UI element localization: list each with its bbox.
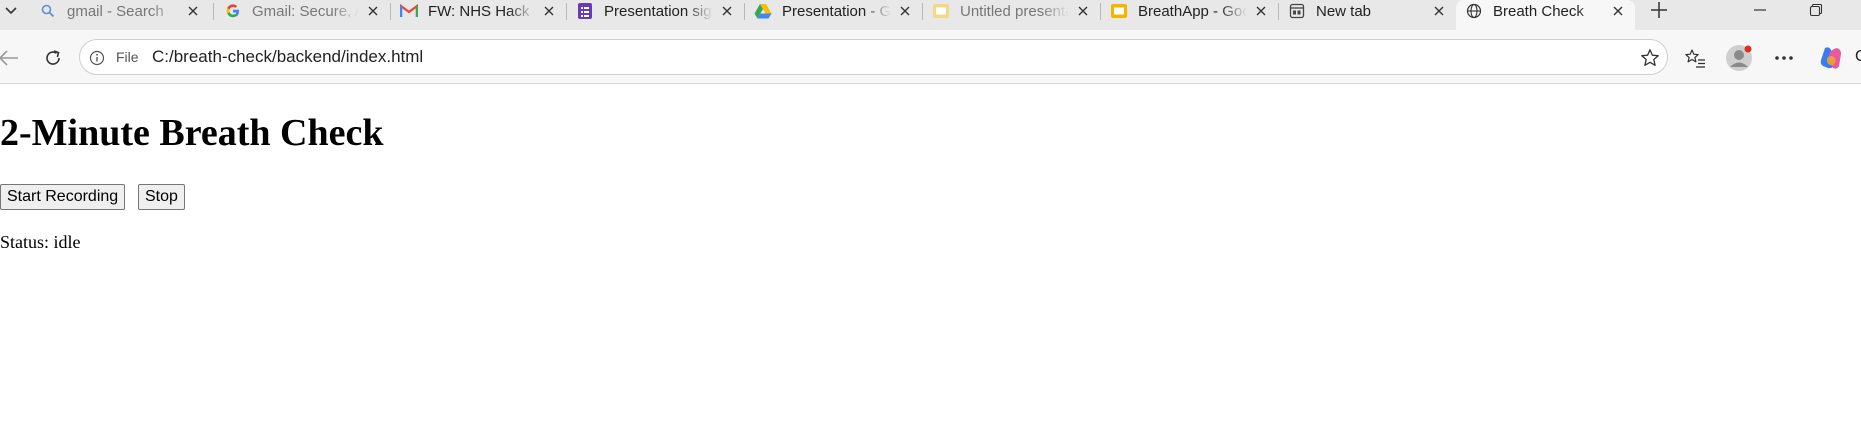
favorites-list-icon[interactable] [1681,44,1709,72]
tab-close-icon[interactable] [541,3,557,19]
tab-title: Untitled presentation [960,2,1069,20]
more-options-icon[interactable] [1770,44,1798,72]
tab-untitled-presentation[interactable]: Untitled presentation [923,0,1100,22]
page-title: 2-Minute Breath Check [0,112,384,154]
tab-title: Gmail: Secure, AI-Powered Email [252,2,359,20]
restore-icon[interactable] [1796,0,1836,20]
slides-icon [932,2,950,20]
google-icon [224,2,242,20]
tab-title: New tab [1316,2,1372,20]
copilot-label[interactable]: C [1855,48,1861,66]
url-text[interactable]: C:/breath-check/backend/index.html [152,47,423,67]
tab-strip: gmail - Search Gmail: Secure, AI-Powered… [0,0,1861,30]
tab-title: FW: NHS Hack Day [428,2,535,20]
forms-icon [576,2,594,20]
tab-title: BreathApp - Google Slides [1138,2,1247,20]
stop-button[interactable]: Stop [138,184,185,210]
page-content: 2-Minute Breath Check Start Recording St… [0,85,1861,424]
drive-icon [754,2,772,20]
tab-new-tab[interactable]: New tab [1279,0,1456,22]
tab-close-icon[interactable] [365,3,381,19]
newtab-icon [1288,2,1306,20]
tab-title: gmail - Search [67,2,164,20]
browser-toolbar: File C:/breath-check/backend/index.html … [0,30,1861,84]
tab-presentation-drive[interactable]: Presentation - Google Drive [745,0,922,22]
tab-close-icon[interactable] [719,3,735,19]
tab-close-icon[interactable] [1253,3,1269,19]
copilot-icon[interactable] [1817,44,1845,72]
tab-title: Presentation sign-up [604,2,713,20]
tab-close-icon[interactable] [1075,3,1091,19]
tab-close-icon[interactable] [897,3,913,19]
search-icon [39,2,57,20]
tab-breath-check[interactable]: Breath Check [1456,0,1635,30]
tab-title: Presentation - Google Drive [782,2,891,20]
tab-gmail-search[interactable]: gmail - Search [30,0,210,22]
info-icon[interactable] [88,49,106,67]
reload-icon[interactable] [40,45,66,71]
globe-icon [1465,2,1483,20]
tab-presentation-signup[interactable]: Presentation sign-up [567,0,744,22]
slides-icon [1110,2,1128,20]
tab-close-icon[interactable] [1610,3,1626,19]
address-bar[interactable]: File C:/breath-check/backend/index.html [79,39,1668,75]
new-tab-plus-icon[interactable] [1644,0,1674,20]
status-text: Status: idle [0,232,81,252]
minimize-icon[interactable] [1740,0,1780,20]
tab-list-chevron-icon[interactable] [0,0,22,22]
gmail-icon [400,2,418,20]
tab-fw-nhs-hack[interactable]: FW: NHS Hack Day [391,0,566,22]
tab-gmail-secure[interactable]: Gmail: Secure, AI-Powered Email [215,0,390,22]
start-recording-button[interactable]: Start Recording [0,184,126,210]
tab-close-icon[interactable] [1431,3,1447,19]
back-arrow-icon[interactable] [0,45,22,71]
url-scheme-label: File [116,49,139,65]
tab-close-icon[interactable] [185,3,201,19]
favorite-star-icon[interactable] [1639,47,1661,69]
profile-avatar-icon[interactable] [1725,44,1753,72]
tab-breathapp-slides[interactable]: BreathApp - Google Slides [1101,0,1278,22]
tab-title: Breath Check [1493,2,1584,20]
